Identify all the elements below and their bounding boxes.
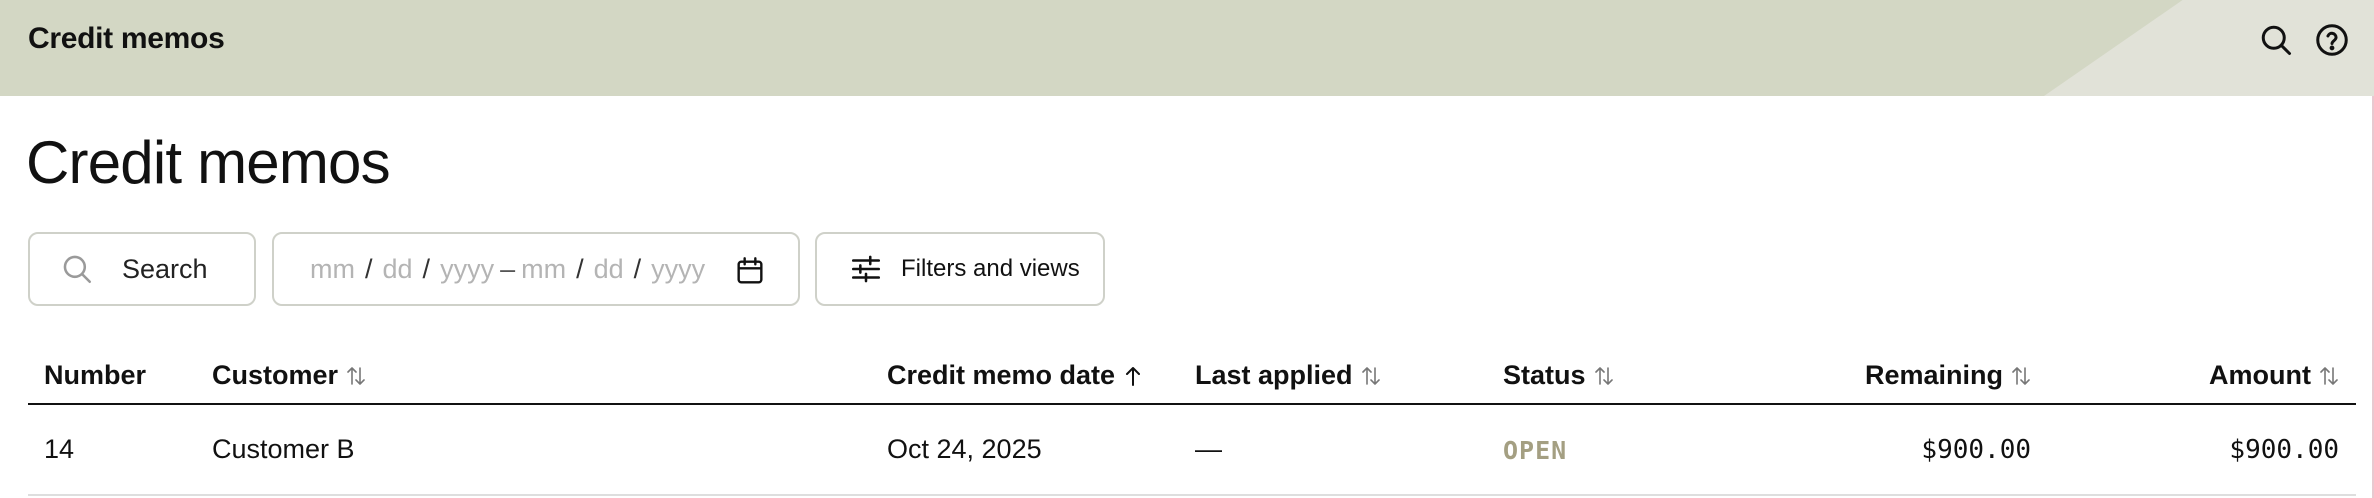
sort-both-icon[interactable] [344, 363, 368, 389]
column-header-remaining[interactable]: Remaining [1865, 360, 2033, 391]
column-label: Remaining [1864, 360, 2003, 390]
search-icon [60, 252, 94, 286]
date-from-month[interactable]: mm [310, 254, 355, 285]
column-header-last-applied[interactable]: Last applied [1195, 360, 1383, 391]
help-circle-icon[interactable] [2314, 22, 2350, 58]
search-label: Search [122, 253, 208, 284]
top-bar: Credit memos [0, 0, 2374, 96]
column-label: Amount [2209, 360, 2311, 390]
date-range-dash: – [500, 253, 516, 284]
date-to-day[interactable]: dd [594, 254, 624, 285]
column-header-credit-memo-date[interactable]: Credit memo date [887, 360, 1145, 391]
cell-credit-memo-date: Oct 24, 2025 [887, 434, 1042, 464]
column-header-customer[interactable]: Customer [212, 360, 368, 391]
column-label: Credit memo date [887, 360, 1116, 390]
column-header-amount[interactable]: Amount [2209, 360, 2341, 391]
column-label: Status [1503, 360, 1586, 390]
date-to-year[interactable]: yyyy [651, 254, 705, 285]
calendar-icon[interactable] [734, 254, 766, 288]
date-separator: / [364, 253, 373, 284]
column-header-status[interactable]: Status [1503, 360, 1616, 391]
status-badge: OPEN [1503, 436, 1568, 465]
page-title: Credit memos [26, 129, 391, 196]
table-header-divider [28, 403, 2356, 405]
filters-and-views-button[interactable]: Filters and views [815, 232, 1105, 306]
filters-label: Filters and views [901, 255, 1080, 282]
sort-both-icon[interactable] [2317, 363, 2341, 389]
sort-both-icon[interactable] [1592, 363, 1616, 389]
cell-customer: Customer B [212, 434, 355, 464]
date-separator: / [422, 253, 431, 284]
column-header-number: Number [44, 360, 146, 391]
search-icon[interactable] [2258, 22, 2294, 58]
date-from-year[interactable]: yyyy [440, 254, 494, 285]
row-divider [28, 494, 2356, 496]
date-separator: / [633, 253, 642, 284]
sort-both-icon[interactable] [2009, 363, 2033, 389]
sort-both-icon[interactable] [1359, 363, 1383, 389]
cell-remaining: $900.00 [1921, 435, 2031, 465]
cell-last-applied: — [1195, 434, 1222, 464]
sliders-icon [849, 252, 883, 286]
cell-number: 14 [44, 434, 75, 464]
sort-ascending-icon[interactable] [1121, 363, 1145, 389]
column-label: Customer [212, 360, 339, 390]
column-label: Number [44, 360, 147, 390]
app-title: Credit memos [28, 22, 225, 55]
date-range-input[interactable]: mm / dd / yyyy – mm / dd / yyyy [272, 232, 800, 306]
date-separator: / [576, 253, 584, 284]
search-button[interactable]: Search [28, 232, 256, 306]
date-from-day[interactable]: dd [383, 254, 413, 285]
date-to-month[interactable]: mm [521, 254, 566, 285]
cell-amount: $900.00 [2229, 435, 2339, 465]
column-label: Last applied [1195, 360, 1353, 390]
